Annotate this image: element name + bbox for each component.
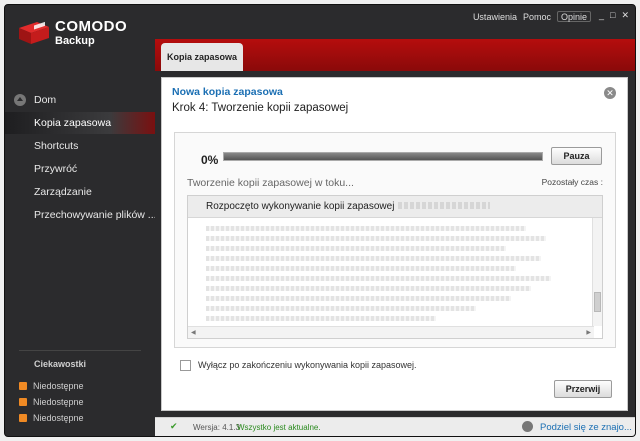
sidebar-item-label: Kopia zapasowa <box>34 117 112 129</box>
log-line <box>206 266 516 271</box>
sidebar-item-manage[interactable]: Zarządzanie <box>5 181 155 203</box>
log-header-label: Rozpoczęto wykonywanie kopii zapasowej <box>206 201 395 212</box>
remaining-time-label: Pozostały czas : <box>541 177 603 187</box>
blurred-date <box>398 202 491 209</box>
log-line <box>206 316 436 321</box>
log-header: Rozpoczęto wykonywanie kopii zapasowej <box>188 196 602 218</box>
close-window-button[interactable]: ✕ <box>621 10 629 21</box>
log-line <box>206 226 526 231</box>
vertical-scrollbar[interactable] <box>592 218 602 326</box>
news-item-label: Niedostępne <box>33 381 84 391</box>
sidebar-item-restore[interactable]: Przywróć <box>5 158 155 180</box>
step-title: Krok 4: Tworzenie kopii zapasowej <box>172 102 349 114</box>
sidebar-item-label: Dom <box>34 94 57 106</box>
log-line <box>206 286 531 291</box>
sidebar-item-shortcuts[interactable]: Shortcuts <box>5 135 155 157</box>
news-title: Ciekawostki <box>34 359 87 369</box>
scroll-left-icon[interactable]: ◀ <box>191 329 196 336</box>
share-link[interactable]: Podziel się ze znajo... <box>540 422 632 433</box>
share-icon <box>522 421 533 432</box>
sidebar-item-label: Zarządzanie <box>34 186 92 198</box>
log-line <box>206 236 546 241</box>
news-item[interactable]: Niedostępne <box>19 381 84 391</box>
version-label: Wersja: 4.1.3 <box>193 423 240 432</box>
log-box[interactable]: Rozpoczęto wykonywanie kopii zapasowej ◀… <box>187 195 603 339</box>
news-item[interactable]: Niedostępne <box>19 413 84 423</box>
tab-backup[interactable]: Kopia zapasowa <box>161 43 243 71</box>
stop-button[interactable]: Przerwij <box>554 380 612 398</box>
app-window: COMODO Backup Ustawienia Pomoc Opinie _ … <box>4 4 636 437</box>
maximize-button[interactable]: □ <box>610 10 615 21</box>
sidebar-item-storage[interactable]: Przechowywanie plików ... <box>5 204 155 226</box>
check-icon: ✔ <box>170 421 178 431</box>
log-line <box>206 256 541 261</box>
log-line <box>206 306 476 311</box>
pause-button[interactable]: Pauza <box>551 147 602 165</box>
top-menu: Ustawienia Pomoc Opinie <box>473 11 591 22</box>
help-link[interactable]: Pomoc <box>523 12 551 22</box>
shutdown-checkbox-label[interactable]: Wyłącz po zakończeniu wykonywania kopii … <box>198 360 417 370</box>
scroll-thumb[interactable] <box>594 292 601 312</box>
news-item-label: Niedostępne <box>33 413 84 423</box>
sidebar-item-backup[interactable]: Kopia zapasowa <box>5 112 155 134</box>
scroll-right-icon[interactable]: ▶ <box>586 329 591 336</box>
log-header-text: Rozpoczęto wykonywanie kopii zapasowej <box>206 201 491 212</box>
product-name: Backup <box>55 35 95 47</box>
brand: COMODO Backup <box>55 19 127 47</box>
shutdown-checkbox[interactable] <box>180 360 191 371</box>
status-bar: ✔ Wersja: 4.1.3 Wszystko jest aktualne. … <box>155 417 635 436</box>
news-divider <box>19 350 141 351</box>
feedback-button[interactable]: Opinie <box>556 11 591 22</box>
close-icon[interactable]: ✕ <box>604 87 616 99</box>
minimize-button[interactable]: _ <box>599 10 604 21</box>
panel-title: Nowa kopia zapasowa <box>172 86 283 98</box>
progress-section: 0% Pauza Tworzenie kopii zapasowej w tok… <box>174 132 616 348</box>
news-item[interactable]: Niedostępne <box>19 397 84 407</box>
window-controls: _ □ ✕ <box>599 10 629 21</box>
home-icon <box>14 94 26 106</box>
status-text: Tworzenie kopii zapasowej w toku... <box>187 177 354 189</box>
log-line <box>206 276 551 281</box>
progress-bar <box>223 152 543 161</box>
comodo-logo-icon <box>19 21 49 44</box>
brand-name: COMODO <box>55 18 128 35</box>
settings-link[interactable]: Ustawienia <box>473 12 517 22</box>
sidebar-item-home[interactable]: Dom <box>5 89 155 111</box>
sidebar-item-label: Shortcuts <box>34 140 79 152</box>
log-line <box>206 246 506 251</box>
news-item-label: Niedostępne <box>33 397 84 407</box>
sidebar-item-label: Przywróć <box>34 163 78 175</box>
rss-icon <box>19 414 27 422</box>
sidebar-item-label: Przechowywanie plików ... <box>34 209 155 221</box>
rss-icon <box>19 398 27 406</box>
log-line <box>206 296 511 301</box>
horizontal-scrollbar[interactable]: ◀ ▶ <box>188 326 594 338</box>
backup-panel: Nowa kopia zapasowa Krok 4: Tworzenie ko… <box>161 77 628 411</box>
rss-icon <box>19 382 27 390</box>
progress-percent: 0% <box>201 153 219 167</box>
update-status: Wszystko jest aktualne. <box>237 423 321 432</box>
